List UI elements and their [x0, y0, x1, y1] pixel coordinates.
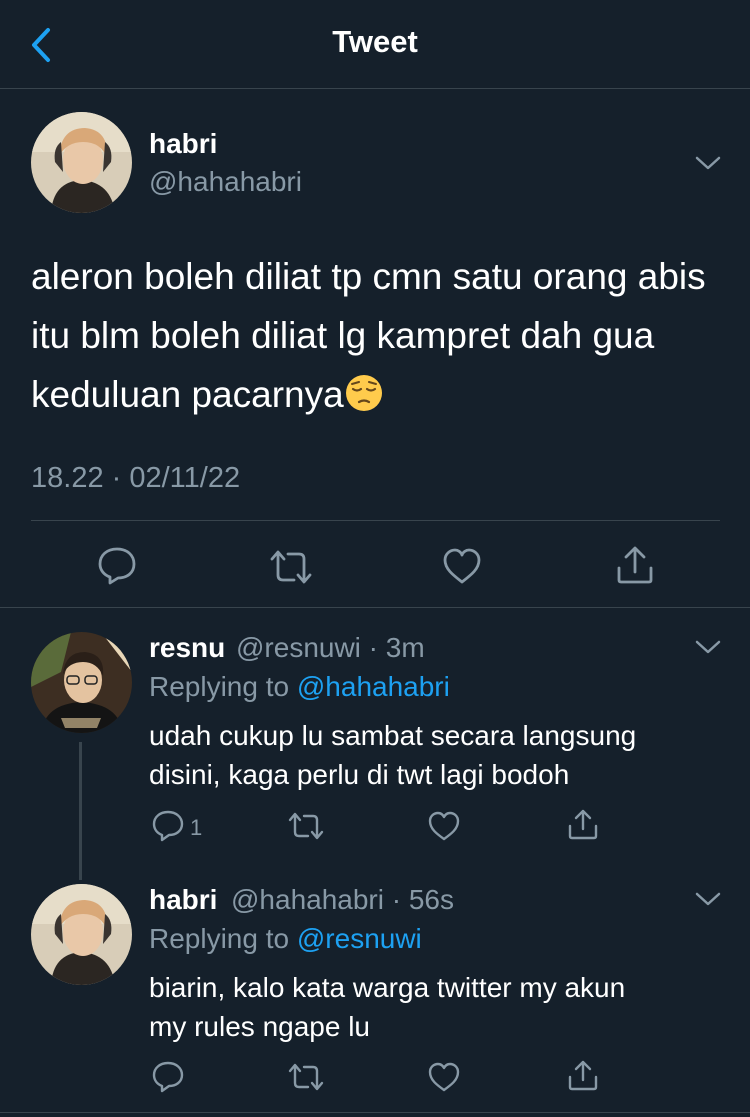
retweet-icon[interactable]	[287, 810, 325, 842]
reply-icon[interactable]	[96, 545, 138, 587]
replying-to-prefix: Replying to	[149, 671, 297, 702]
retweet-icon[interactable]	[287, 1061, 325, 1093]
reply-text-line: my rules ngape lu	[149, 1011, 371, 1042]
reply-author-name[interactable]: habri	[149, 884, 217, 916]
reply-icon[interactable]	[151, 1060, 185, 1094]
replying-to: Replying to @hahahabri	[149, 671, 450, 703]
author-name[interactable]: habri	[149, 128, 217, 160]
share-icon[interactable]	[566, 1058, 600, 1092]
tweet-action-bar	[0, 540, 750, 590]
thread-connector-line	[79, 742, 82, 880]
pensive-face-emoji-icon	[345, 375, 382, 411]
reply-author-meta[interactable]: @hahahabri · 56s	[231, 884, 454, 916]
reply-text-line: udah cukup lu sambat secara langsung	[149, 720, 637, 751]
reply-text: udah cukup lu sambat secara langsung dis…	[149, 716, 729, 794]
chevron-down-icon[interactable]	[693, 637, 723, 657]
retweet-icon[interactable]	[268, 547, 314, 587]
reply-author-name[interactable]: resnu	[149, 632, 225, 664]
like-heart-icon[interactable]	[427, 810, 461, 842]
like-heart-icon[interactable]	[427, 1061, 461, 1093]
divider	[31, 520, 720, 521]
replying-to-prefix: Replying to	[149, 923, 297, 954]
like-heart-icon[interactable]	[441, 546, 483, 586]
chevron-down-icon[interactable]	[693, 889, 723, 909]
tweet-text: aleron boleh diliat tp cmn satu orang ab…	[31, 247, 731, 424]
reply-text: biarin, kalo kata warga twitter my akun …	[149, 968, 729, 1046]
reply-count: 1	[190, 815, 203, 840]
replying-to-mention[interactable]: @resnuwi	[297, 923, 422, 954]
share-icon[interactable]	[566, 807, 600, 841]
tweet-timestamp[interactable]: 18.22 · 02/11/22	[31, 462, 240, 495]
top-nav-bar: Tweet	[0, 0, 750, 89]
reply-author-meta[interactable]: @resnuwi · 3m	[236, 632, 425, 664]
avatar[interactable]	[31, 112, 132, 213]
replying-to: Replying to @resnuwi	[149, 923, 422, 955]
author-handle[interactable]: @hahahabri	[149, 166, 302, 198]
replying-to-mention[interactable]: @hahahabri	[297, 671, 450, 702]
avatar[interactable]	[31, 632, 132, 733]
divider	[0, 607, 750, 608]
reply-icon[interactable]	[151, 809, 185, 843]
page-title: Tweet	[332, 24, 418, 59]
divider	[0, 1112, 750, 1113]
reply-text-line: disini, kaga perlu di twt lagi bodoh	[149, 759, 570, 790]
reply-text-line: biarin, kalo kata warga twitter my akun	[149, 972, 626, 1003]
chevron-down-icon[interactable]	[693, 153, 723, 173]
share-icon[interactable]	[614, 544, 656, 586]
avatar[interactable]	[31, 884, 132, 985]
